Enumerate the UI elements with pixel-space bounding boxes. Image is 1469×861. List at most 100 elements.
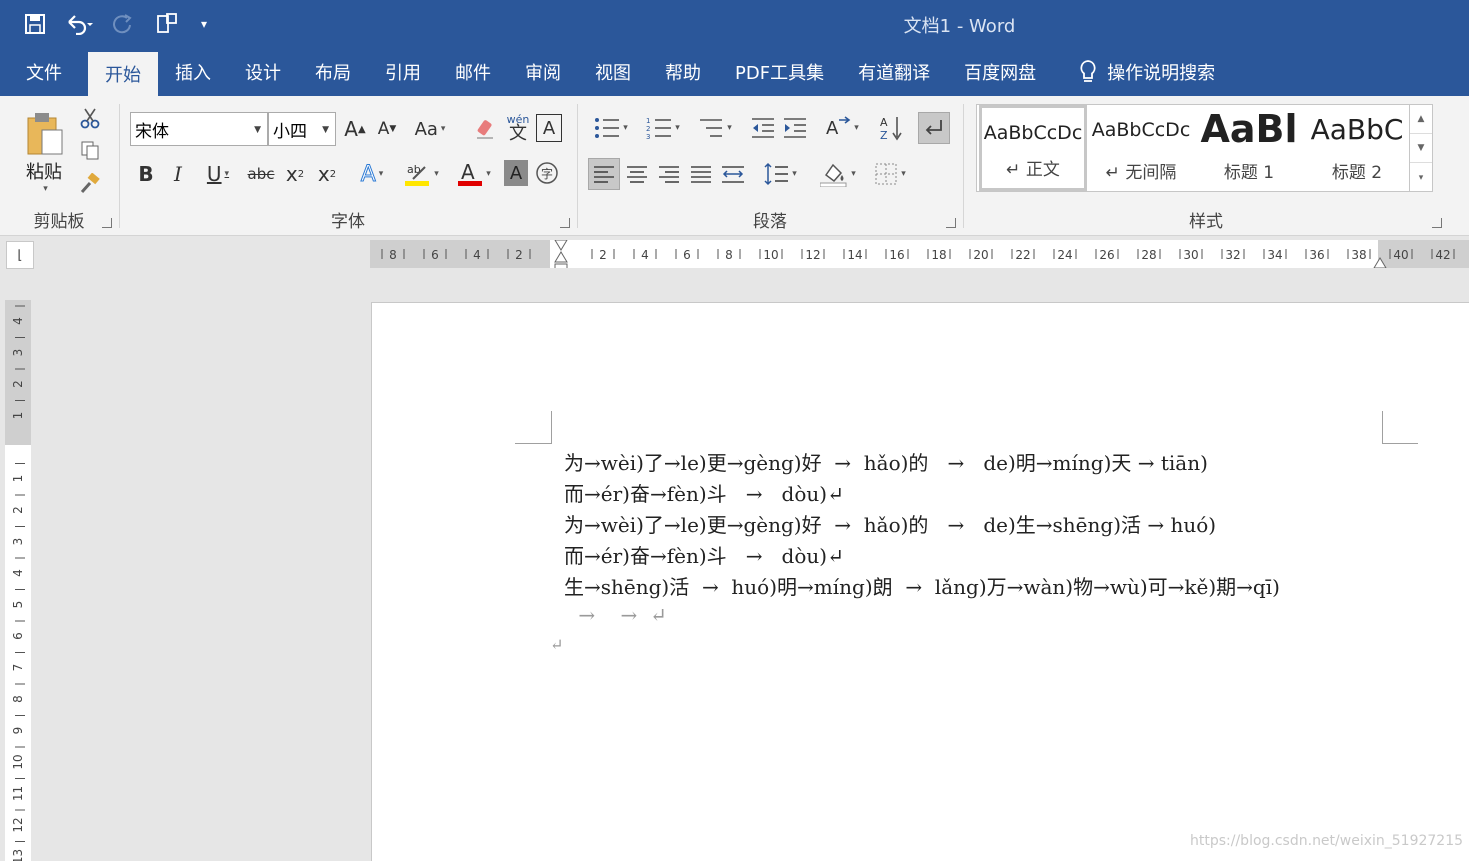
tab-layout[interactable]: 布局	[298, 48, 368, 96]
clipboard-group: 粘贴 ▾ 剪贴板	[0, 96, 118, 236]
horizontal-ruler[interactable]: 8 6 4 2 2 4 6 8 10 12 14 16 18 20 22 24 26 28 30 32 34 36 38 40…	[370, 240, 1469, 268]
clear-formatting-icon[interactable]	[472, 114, 498, 144]
ruler-label: 8	[11, 695, 25, 703]
tab-help[interactable]: 帮助	[648, 48, 718, 96]
ruler-label: 3	[11, 538, 25, 546]
tell-me-search[interactable]: 操作说明搜索	[1053, 48, 1232, 96]
font-color-button[interactable]: A ▾	[452, 158, 496, 190]
subscript-button[interactable]: x2	[282, 158, 308, 190]
document-page[interactable]: 为→wèi)了→le)更→gèng)好 → hǎo)的 → de)明→míng)…	[371, 302, 1469, 861]
paste-button[interactable]: 粘贴 ▾	[18, 104, 70, 200]
character-border-icon[interactable]: A	[536, 114, 562, 142]
title-bar: ▾ 文档1 - Word	[0, 0, 1469, 48]
enclose-characters-button[interactable]: 字	[534, 160, 560, 186]
tab-review[interactable]: 审阅	[508, 48, 578, 96]
paste-icon	[27, 113, 63, 155]
character-shading-button[interactable]: A	[504, 160, 528, 186]
chinese-layout-button[interactable]: A ▾	[820, 112, 864, 144]
cut-icon[interactable]	[78, 106, 102, 130]
font-size-value: 小四	[273, 121, 307, 142]
tab-references[interactable]: 引用	[368, 48, 438, 96]
ribbon-home: 粘贴 ▾ 剪贴板 宋体 ▼ 小四 ▼ A ▲ A ▼ Aa ▾ wén 文 A …	[0, 96, 1469, 236]
tab-baidu-netdisk[interactable]: 百度网盘	[947, 48, 1053, 96]
ruler-label: 42	[1435, 248, 1450, 262]
clipboard-dialog-launcher[interactable]	[102, 218, 112, 228]
document-line: → → ↵	[572, 603, 667, 627]
document-line: 生→shēng)活 → huó)明→míng)朗 → lǎng)万→wàn)物→…	[564, 575, 1280, 599]
ruler-ticks: 432112345678910111213	[11, 305, 25, 861]
styles-group-label: 样式	[1189, 212, 1223, 232]
tab-insert[interactable]: 插入	[158, 48, 228, 96]
ruler-label: 12	[11, 817, 25, 832]
svg-text:字: 字	[541, 166, 553, 181]
multilevel-list-button[interactable]: ▾	[692, 112, 738, 144]
document-line: 为→wèi)了→le)更→gèng)好 → hǎo)的 → de)生→shēng…	[564, 513, 1217, 537]
change-case-icon[interactable]: Aa ▾	[412, 114, 448, 144]
text-effects-button[interactable]: A ▾	[352, 158, 392, 190]
ribbon-tabs: 文件 开始 插入 设计 布局 引用 邮件 审阅 视图 帮助 PDF工具集 有道翻…	[0, 48, 1469, 96]
margin-corner-mark	[515, 411, 552, 444]
decrease-indent-icon[interactable]	[748, 112, 778, 144]
font-size-combo[interactable]: 小四 ▼	[268, 112, 336, 146]
align-left-button[interactable]	[588, 158, 620, 190]
strikethrough-button[interactable]: abc	[246, 158, 276, 190]
ruler-label: 1	[11, 475, 25, 483]
ruler-label: 28	[1141, 248, 1156, 262]
ruler-label: 38	[1351, 248, 1366, 262]
vertical-ruler[interactable]: 4 3 2 1 1 2 3 4 5 6 7 8 9 10 11 12 13	[5, 300, 31, 861]
tab-youdao-translate[interactable]: 有道翻译	[841, 48, 947, 96]
ruler-ticks: 8 6 4 2 2 4 6 8 10 12 14 16 18 20 22 24 26 28 30 32 34 36 38 40…	[381, 240, 1455, 268]
paragraph-group: ▾ 1 2 3 ▾ ▾ A ▾ AZ ▾ ▾ ▾ 段落	[578, 96, 962, 236]
show-formatting-marks-icon[interactable]	[918, 112, 950, 144]
phonetic-guide-icon[interactable]: wén 文	[504, 110, 532, 146]
bold-button[interactable]: B	[134, 158, 158, 190]
highlight-color-button[interactable]: ab ▾	[400, 158, 444, 190]
tab-view[interactable]: 视图	[578, 48, 648, 96]
ruler-label: 4	[473, 248, 481, 262]
tab-pdf-tools[interactable]: PDF工具集	[718, 48, 841, 96]
distributed-button[interactable]	[718, 158, 748, 190]
borders-button[interactable]: ▾	[868, 158, 912, 190]
ruler-label: 22	[1015, 248, 1030, 262]
styles-dialog-launcher[interactable]	[1432, 218, 1442, 228]
align-center-button[interactable]	[622, 158, 652, 190]
underline-button[interactable]: U ▾	[198, 158, 238, 190]
paragraph-mark: ↵	[550, 635, 564, 654]
svg-text:A: A	[461, 161, 475, 184]
right-indent-marker[interactable]	[1373, 257, 1387, 268]
grow-font-icon[interactable]: A ▲	[342, 114, 368, 144]
tab-mailings[interactable]: 邮件	[438, 48, 508, 96]
sort-icon[interactable]: AZ	[876, 112, 906, 144]
italic-button[interactable]: I	[166, 158, 190, 190]
shading-button[interactable]: ▾	[814, 158, 862, 190]
ruler-label: 24	[1057, 248, 1072, 262]
document-line: 而→ér)奋→fèn)斗 → dòu)↵	[564, 544, 844, 568]
tab-file[interactable]: 文件	[0, 48, 88, 96]
tab-design[interactable]: 设计	[228, 48, 298, 96]
tell-me-label: 操作说明搜索	[1107, 63, 1216, 84]
tab-home[interactable]: 开始	[88, 52, 158, 96]
align-right-button[interactable]	[654, 158, 684, 190]
ruler-label: 36	[1309, 248, 1324, 262]
tab-selector[interactable]: ⌊	[6, 241, 34, 269]
justify-button[interactable]	[686, 158, 716, 190]
ruler-label: 32	[1225, 248, 1240, 262]
ruler-label: 14	[847, 248, 862, 262]
numbering-button[interactable]: 1 2 3 ▾	[640, 112, 686, 144]
paragraph-dialog-launcher[interactable]	[946, 218, 956, 228]
line-spacing-button[interactable]: ▾	[758, 158, 802, 190]
ruler-label: 6	[11, 632, 25, 640]
shrink-font-icon[interactable]: A ▼	[374, 114, 400, 144]
superscript-button[interactable]: x2	[314, 158, 340, 190]
document-line: 而→ér)奋→fèn)斗 → dòu)↵	[564, 482, 844, 506]
font-name-combo[interactable]: 宋体 ▼	[130, 112, 268, 146]
styles-group: 样式	[964, 96, 1448, 236]
increase-indent-icon[interactable]	[780, 112, 810, 144]
font-dialog-launcher[interactable]	[560, 218, 570, 228]
indent-marker[interactable]	[554, 240, 568, 268]
bullets-button[interactable]: ▾	[588, 112, 634, 144]
ruler-label: 30	[1183, 248, 1198, 262]
format-painter-icon[interactable]	[78, 172, 102, 196]
ruler-label: 18	[931, 248, 946, 262]
copy-icon[interactable]	[78, 138, 102, 162]
